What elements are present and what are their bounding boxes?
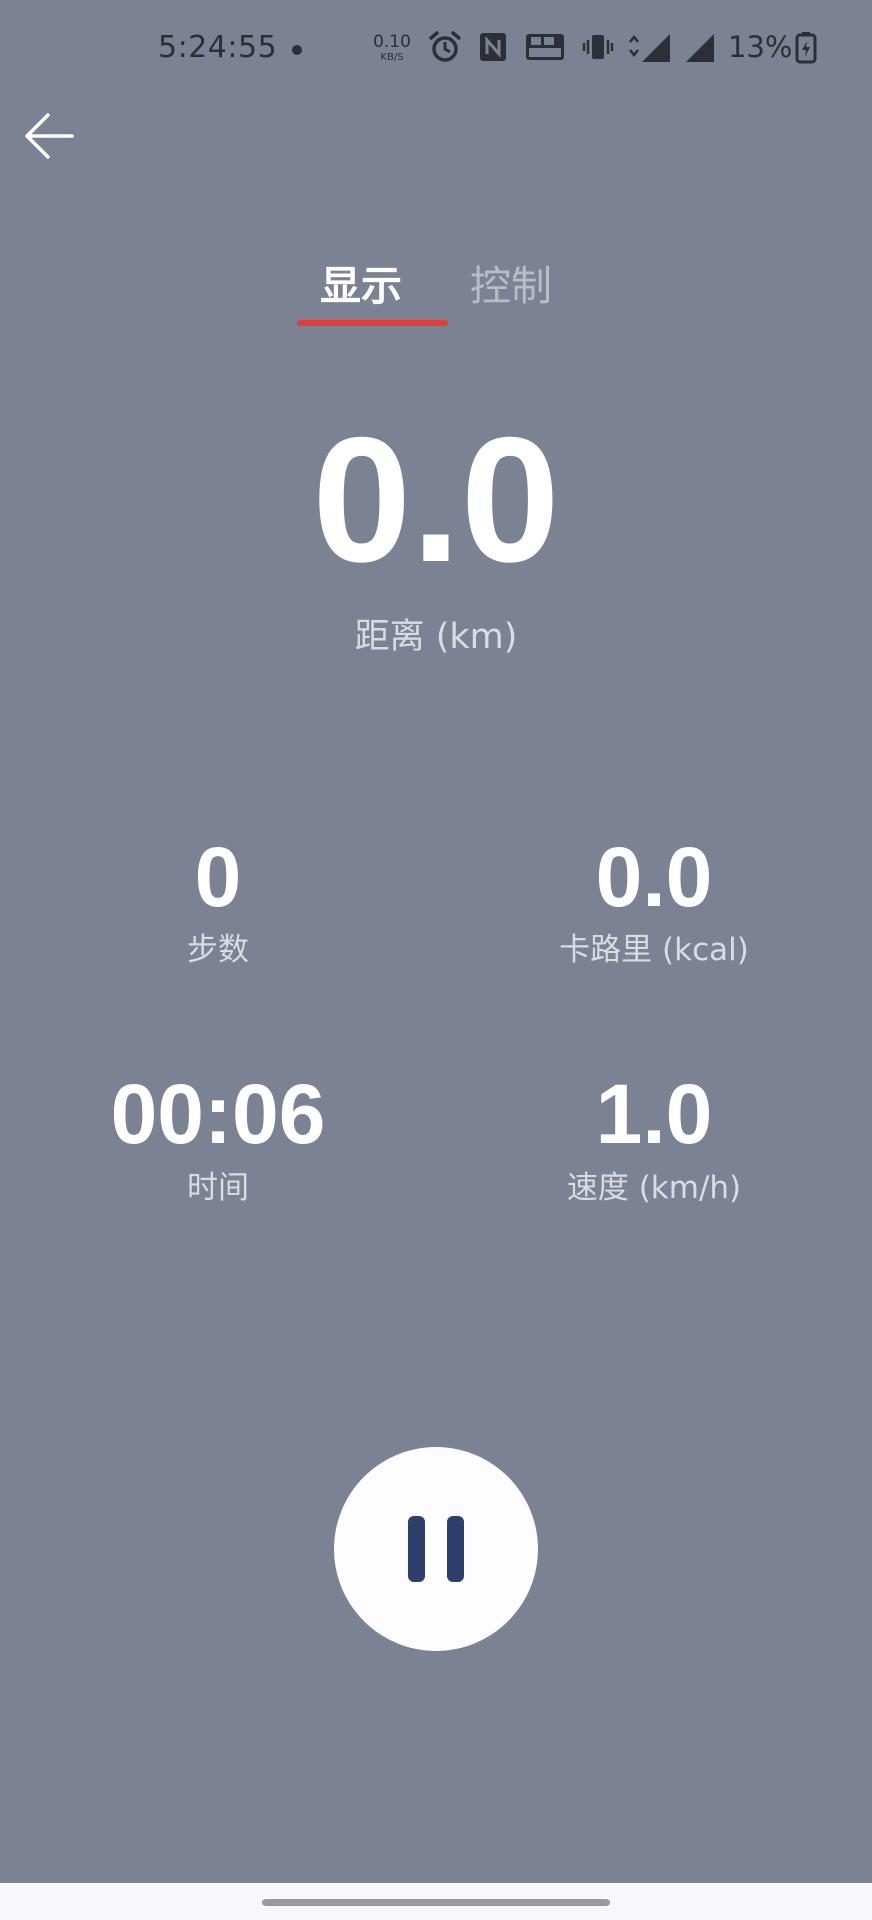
battery-percent: 13% — [728, 30, 793, 64]
volte-icon — [526, 34, 564, 60]
network-speed-unit: KB/S — [380, 52, 404, 63]
home-indicator[interactable] — [262, 1899, 610, 1906]
tab-control[interactable]: 控制 — [470, 258, 552, 314]
system-nav-bar — [0, 1883, 872, 1920]
calories-value: 0.0 — [595, 830, 713, 924]
nfc-icon — [480, 33, 506, 61]
battery-icon — [795, 32, 817, 64]
pause-button[interactable] — [334, 1447, 538, 1651]
distance-value: 0.0 — [312, 400, 560, 599]
time-value: 00:06 — [110, 1067, 326, 1161]
tab-display[interactable]: 显示 — [320, 258, 402, 314]
steps-value: 0 — [194, 830, 242, 924]
vibrate-icon — [582, 35, 614, 59]
arrow-left-icon[interactable] — [22, 108, 78, 164]
status-time: 5:24:55 — [158, 30, 278, 65]
tab-active-indicator — [297, 320, 448, 326]
calories-label: 卡路里 (kcal) — [559, 932, 749, 968]
alarm-icon — [429, 31, 461, 62]
steps-label: 步数 — [187, 932, 249, 968]
network-speed-value: 0.10 — [373, 32, 411, 52]
signal-4g-icon — [686, 34, 714, 62]
speed-label: 速度 (km/h) — [566, 1170, 742, 1206]
signal-4g-icon — [629, 34, 670, 62]
distance-label: 距离 (km) — [354, 617, 518, 657]
network-speed: 0.10 KB/S — [372, 34, 412, 63]
workout-screen: 5:24:55 0.10 KB/S 13% 显示 控制 0.0 距离 (km) … — [0, 0, 872, 1883]
notification-dot — [292, 45, 302, 55]
time-label: 时间 — [187, 1170, 249, 1206]
speed-value: 1.0 — [595, 1067, 713, 1161]
